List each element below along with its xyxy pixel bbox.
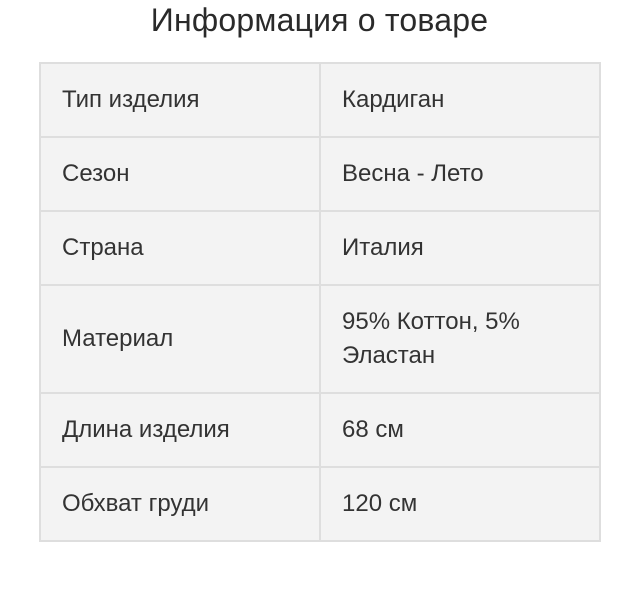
row-value-season: Весна - Лето <box>319 136 601 212</box>
row-value-chest: 120 см <box>319 466 601 542</box>
page-title: Информация о товаре <box>150 2 489 38</box>
row-label-chest: Обхват груди <box>39 466 321 542</box>
table-row: Длина изделия 68 см <box>39 392 601 468</box>
row-label-length: Длина изделия <box>39 392 321 468</box>
row-label-season: Сезон <box>39 136 321 212</box>
row-value-material: 95% Коттон, 5% Эластан <box>319 284 601 394</box>
row-value-country: Италия <box>319 210 601 286</box>
table-row: Сезон Весна - Лето <box>39 136 601 212</box>
table-row: Материал 95% Коттон, 5% Эластан <box>39 284 601 394</box>
row-label-product-type: Тип изделия <box>39 62 321 138</box>
row-label-country: Страна <box>39 210 321 286</box>
table-row: Обхват груди 120 см <box>39 466 601 542</box>
row-label-material: Материал <box>39 284 321 394</box>
product-info-table: Тип изделия Кардиган Сезон Весна - Лето … <box>39 62 601 542</box>
table-row: Тип изделия Кардиган <box>39 62 601 138</box>
row-value-length: 68 см <box>319 392 601 468</box>
table-row: Страна Италия <box>39 210 601 286</box>
row-value-product-type: Кардиган <box>319 62 601 138</box>
